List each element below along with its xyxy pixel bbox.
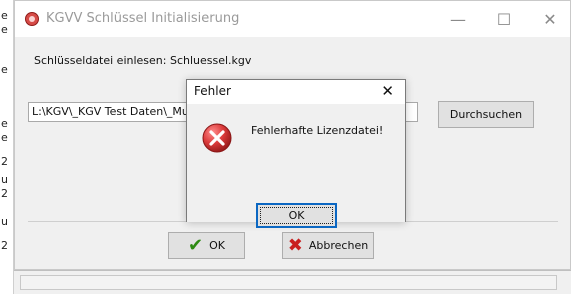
background-glyph: e: [1, 117, 8, 130]
background-glyph: 2: [1, 187, 8, 200]
background-glyph: u: [1, 173, 8, 186]
app-icon: [25, 12, 39, 26]
minimize-icon[interactable]: —: [435, 1, 481, 37]
browse-button[interactable]: Durchsuchen: [438, 101, 534, 128]
close-icon[interactable]: ✕: [527, 1, 571, 37]
background-glyph: u: [1, 215, 8, 228]
ok-button[interactable]: ✔ OK: [168, 232, 245, 259]
main-titlebar: KGVV Schlüssel Initialisierung — ☐ ✕: [15, 1, 570, 37]
error-dialog-titlebar: Fehler ✕: [187, 80, 405, 104]
dialog-ok-button[interactable]: OK: [256, 203, 337, 228]
key-file-label: Schlüsseldatei einlesen: Schluessel.kgv: [34, 54, 252, 67]
check-icon: ✔: [188, 234, 204, 256]
error-dialog-title: Fehler: [194, 84, 231, 98]
error-icon: [202, 123, 232, 153]
background-glyph: 2: [1, 239, 8, 252]
red-x-icon: ✖: [287, 234, 303, 256]
background-bottom-bar: [14, 270, 571, 294]
maximize-icon[interactable]: ☐: [481, 1, 527, 37]
dialog-ok-button-label: OK: [288, 209, 305, 222]
cancel-button-label: Abbrechen: [308, 239, 369, 252]
background-glyph: 2: [1, 155, 8, 168]
background-glyph: e: [1, 23, 8, 36]
error-dialog: Fehler ✕ Fehlerhafte Lizenzdatei! OK: [186, 79, 406, 228]
cancel-button[interactable]: ✖ Abbrechen: [282, 232, 374, 259]
browse-button-label: Durchsuchen: [449, 108, 523, 121]
error-message: Fehlerhafte Lizenzdatei!: [251, 124, 384, 137]
error-dialog-body: Fehlerhafte Lizenzdatei! OK: [187, 104, 405, 228]
background-bottom-field: [20, 275, 557, 290]
background-glyph: e: [1, 63, 8, 76]
background-glyph: e: [1, 131, 8, 144]
background-glyph: e: [1, 9, 8, 22]
close-icon[interactable]: ✕: [381, 81, 394, 101]
window-title: KGVV Schlüssel Initialisierung: [46, 11, 240, 26]
ok-button-label: OK: [209, 239, 225, 252]
background-app-left-strip: e e e e e 2 u 2 u 2: [0, 0, 14, 294]
